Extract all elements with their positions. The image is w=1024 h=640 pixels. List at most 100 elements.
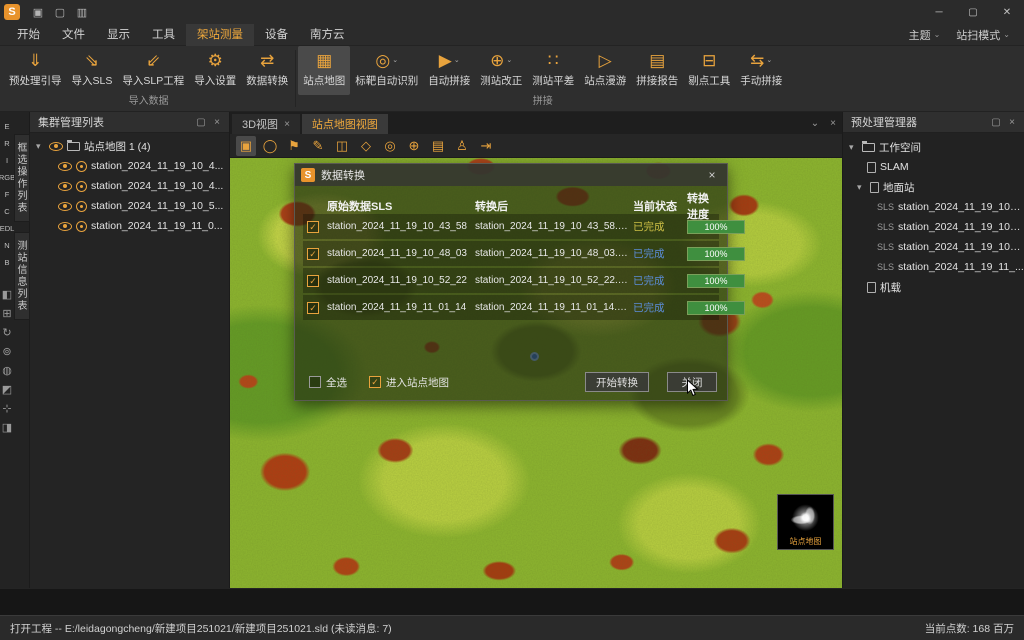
row-checkbox[interactable]: ✓ (307, 221, 319, 233)
strip-tool-fill-icon[interactable]: ◧ (0, 285, 14, 304)
strip-btn-e[interactable]: E (0, 118, 14, 135)
strip-btn-edl[interactable]: EDL (0, 220, 14, 237)
row-checkbox[interactable]: ✓ (307, 248, 319, 260)
tree-node-station[interactable]: station_2024_11_19_10_4... (30, 156, 229, 176)
tab-3d-view[interactable]: 3D视图 × (232, 114, 300, 134)
strip-tool-points-icon[interactable]: ⊹ (0, 399, 14, 418)
visibility-eye-icon[interactable] (58, 202, 72, 211)
report-icon[interactable]: ▤ (428, 136, 448, 156)
strip-btn-rgb[interactable]: RGB (0, 169, 14, 186)
tab-station-map-view[interactable]: 站点地图视图 (302, 114, 388, 134)
ribbon-button-auto-stitch[interactable]: ▶⌄ 自动拼接 (423, 46, 475, 95)
row-checkbox[interactable]: ✓ (307, 275, 319, 287)
start-conversion-button[interactable]: 开始转换 (585, 372, 649, 392)
minimap[interactable]: 站点地图 (777, 494, 834, 550)
ribbon-button-preprocess-guide[interactable]: ⇓ 预处理引导 (4, 46, 67, 95)
panel-close-icon[interactable]: × (1004, 117, 1020, 128)
point-cloud-map[interactable]: S 数据转换 × 原始数据SLS 转换后 当前状态 转换进度 ✓ station… (230, 158, 842, 588)
visibility-eye-icon[interactable] (58, 182, 72, 191)
scan-mode-menu[interactable]: 站扫模式 ⌄ (948, 27, 1018, 43)
row-checkbox[interactable]: ✓ (307, 302, 319, 314)
tree-node-sls-item[interactable]: SLS station_2024_11_19_11_... (843, 257, 1024, 277)
walk-icon[interactable]: ♙ (452, 136, 472, 156)
strip-btn-n[interactable]: N (0, 237, 14, 254)
vertical-tab-box-select-list[interactable]: 框选操作列表 (14, 134, 30, 222)
tree-node-sls-item[interactable]: SLS station_2024_11_19_10_48_... (843, 217, 1024, 237)
tree-node-workspace[interactable]: ▾ 工作空间 (843, 137, 1024, 157)
ribbon-button-station-correction[interactable]: ⊕⌄ 测站改正 (475, 46, 527, 95)
ribbon-button-station-adjustment[interactable]: ∷ 测站平差 (527, 46, 579, 95)
select-all-checkbox[interactable]: 全选 (305, 375, 347, 390)
vertical-tab-station-info-list[interactable]: 测站信息列表 (14, 232, 30, 320)
minimize-button[interactable]: ─ (922, 0, 956, 24)
lasso-icon[interactable]: ◇ (356, 136, 376, 156)
ribbon-button-data-convert[interactable]: ⇄ 数据转换 (241, 46, 293, 95)
ribbon-button-point-removal-tool[interactable]: ⊟ 剔点工具 (683, 46, 735, 95)
tabbar-close-icon[interactable]: × (824, 118, 842, 129)
menu-tab-south-cloud[interactable]: 南方云 (299, 24, 356, 46)
pencil-icon[interactable]: ✎ (308, 136, 328, 156)
visibility-eye-icon[interactable] (58, 162, 72, 171)
ribbon-button-station-map[interactable]: ▦ 站点地图 (298, 46, 350, 95)
strip-tool-box-icon[interactable]: ◩ (0, 380, 14, 399)
menu-tab-file[interactable]: 文件 (51, 24, 96, 46)
caret-down-icon[interactable]: ▾ (36, 141, 45, 152)
tree-node-sls-item[interactable]: SLS station_2024_11_19_10_43_... (843, 197, 1024, 217)
ribbon-button-import-settings[interactable]: ⚙ 导入设置 (189, 46, 241, 95)
menu-tab-station-survey[interactable]: 架站测量 (186, 24, 254, 46)
ribbon-button-manual-stitch[interactable]: ⇆⌄ 手动拼接 (735, 46, 787, 95)
strip-btn-r[interactable]: R (0, 135, 14, 152)
strip-btn-c[interactable]: C (0, 203, 14, 220)
maximize-button[interactable]: ▢ (956, 0, 990, 24)
target-icon[interactable]: ◎ (380, 136, 400, 156)
tree-node-station[interactable]: station_2024_11_19_11_0... (30, 216, 229, 236)
eraser-icon[interactable]: ◫ (332, 136, 352, 156)
panel-close-icon[interactable]: × (209, 117, 225, 128)
tree-node-station[interactable]: station_2024_11_19_10_4... (30, 176, 229, 196)
checkbox-icon[interactable] (309, 376, 321, 388)
open-project-icon[interactable]: ▥ (72, 3, 92, 21)
ribbon-button-target-auto-detect[interactable]: ◎⌄ 标靶自动识别 (350, 46, 423, 95)
tree-node-sls-item[interactable]: SLS station_2024_11_19_10_52_... (843, 237, 1024, 257)
strip-btn-b[interactable]: B (0, 254, 14, 271)
tree-node-ground-station[interactable]: ▾ 地面站 (843, 177, 1024, 197)
strip-tool-rotate-icon[interactable]: ↻ (0, 323, 14, 342)
ribbon-button-station-roam[interactable]: ▷ 站点漫游 (579, 46, 631, 95)
new-project-icon[interactable]: ▢ (50, 3, 70, 21)
tree-node-airborne[interactable]: 机载 (843, 277, 1024, 297)
visibility-eye-icon[interactable] (49, 142, 63, 151)
close-button[interactable]: ✕ (990, 0, 1024, 24)
strip-tool-grid-icon[interactable]: ⊞ (0, 304, 14, 323)
caret-down-icon[interactable]: ▾ (857, 182, 866, 193)
rect-select-icon[interactable]: ▣ (236, 136, 256, 156)
ribbon-button-stitch-report[interactable]: ▤ 拼接报告 (631, 46, 683, 95)
checkbox-icon[interactable]: ✓ (369, 376, 381, 388)
panel-float-icon[interactable]: ▢ (988, 117, 1004, 128)
strip-btn-f[interactable]: F (0, 186, 14, 203)
circle-select-icon[interactable]: ◯ (260, 136, 280, 156)
tabbar-menu-icon[interactable]: ⌄ (806, 118, 824, 129)
add-station-icon[interactable]: ⊕ (404, 136, 424, 156)
flag-icon[interactable]: ⚑ (284, 136, 304, 156)
strip-tool-sphere-icon[interactable]: ◍ (0, 361, 14, 380)
caret-down-icon[interactable]: ▾ (849, 142, 858, 153)
dialog-close-icon[interactable]: × (703, 168, 721, 182)
menu-tab-tools[interactable]: 工具 (141, 24, 186, 46)
panel-float-icon[interactable]: ▢ (193, 117, 209, 128)
strip-tool-panel-icon[interactable]: ◨ (0, 418, 14, 437)
close-icon[interactable]: × (284, 119, 290, 130)
ribbon-button-import-sls[interactable]: ⇘ 导入SLS (67, 46, 118, 95)
dialog-titlebar[interactable]: S 数据转换 × (295, 164, 727, 186)
save-icon[interactable]: ▣ (28, 3, 48, 21)
menu-tab-display[interactable]: 显示 (96, 24, 141, 46)
tree-node-slam[interactable]: SLAM (843, 157, 1024, 177)
enter-station-map-checkbox[interactable]: ✓ 进入站点地图 (365, 375, 449, 390)
export-icon[interactable]: ⇥ (476, 136, 496, 156)
tree-node-station[interactable]: station_2024_11_19_10_5... (30, 196, 229, 216)
visibility-eye-icon[interactable] (58, 222, 72, 231)
menu-tab-start[interactable]: 开始 (6, 24, 51, 46)
strip-btn-i[interactable]: I (0, 152, 14, 169)
theme-menu[interactable]: 主题 ⌄ (901, 27, 949, 43)
tree-node-root[interactable]: ▾ 站点地图 1 (4) (30, 136, 229, 156)
ribbon-button-import-slp-project[interactable]: ⇙ 导入SLP工程 (117, 46, 189, 95)
